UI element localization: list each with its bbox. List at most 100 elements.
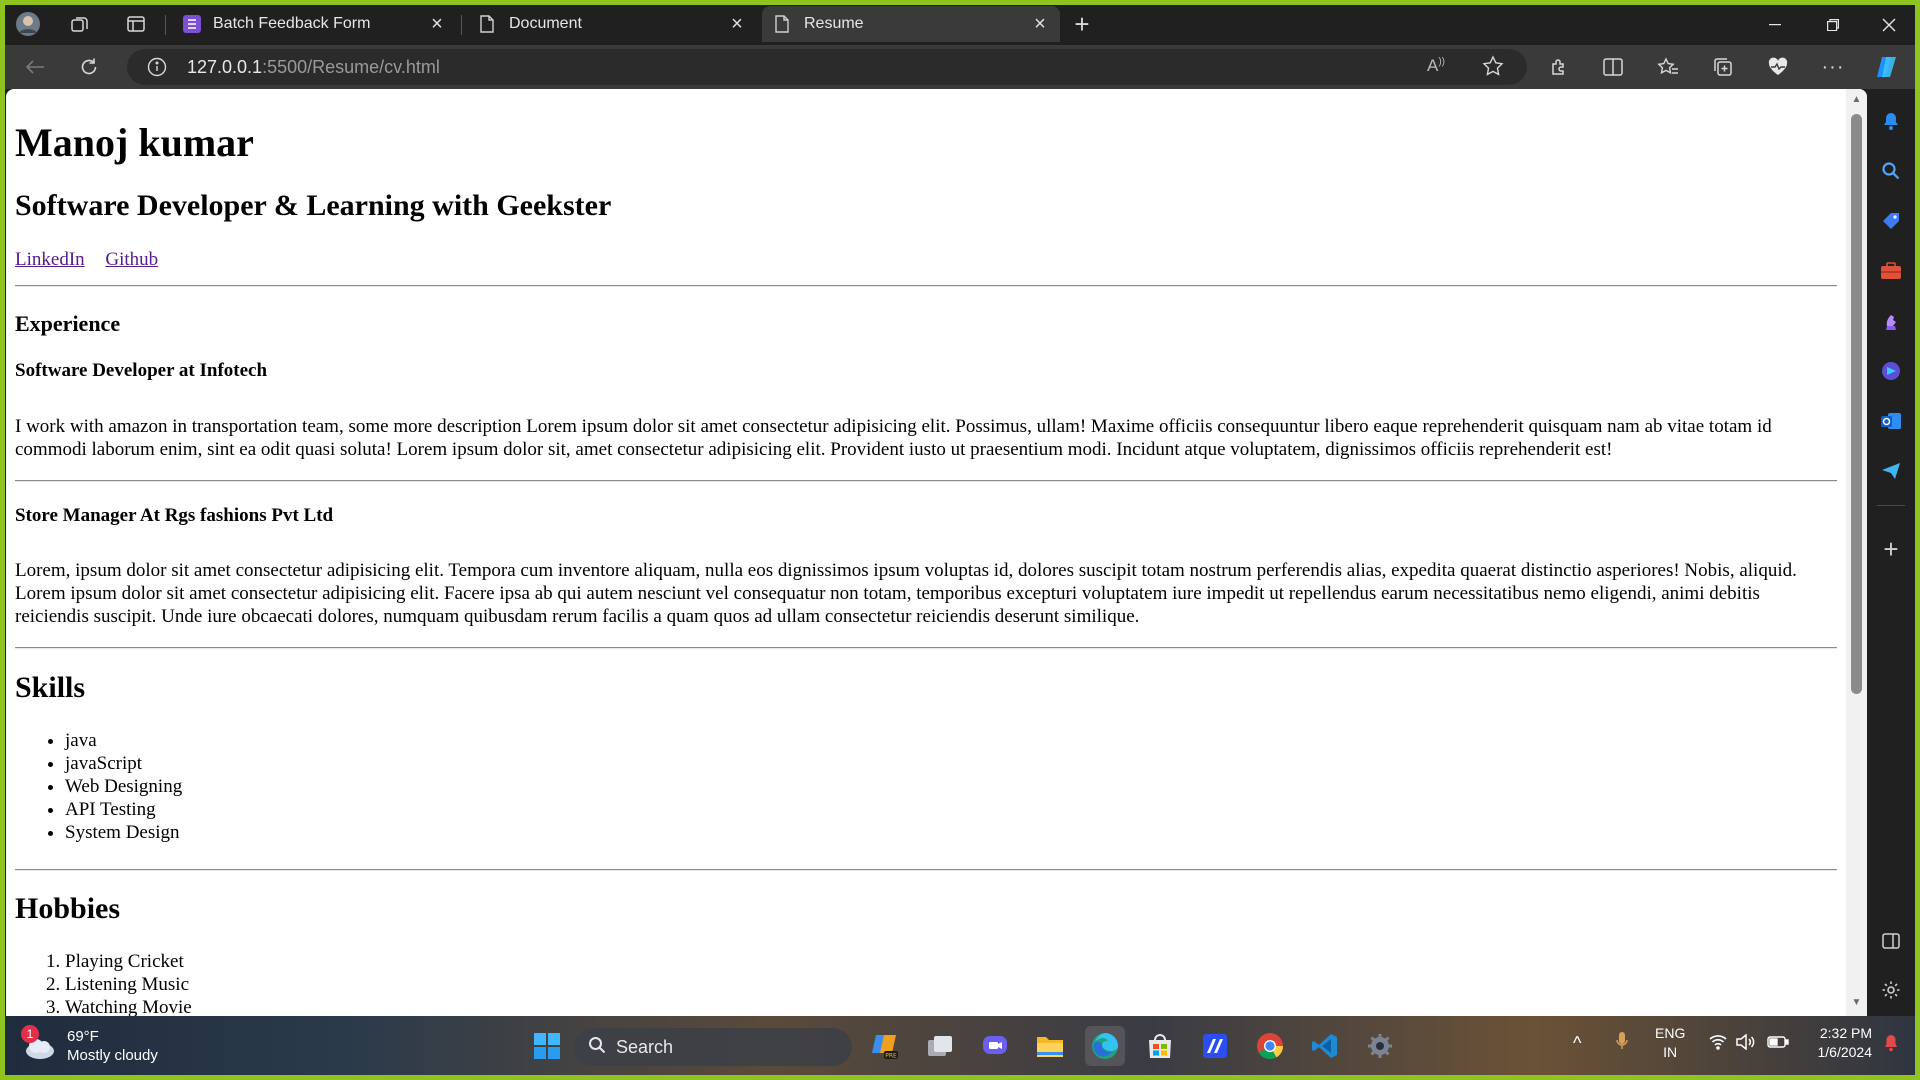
vscode-icon[interactable] [1305, 1026, 1345, 1066]
close-tab-icon[interactable]: × [425, 12, 449, 36]
vertical-tabs-icon[interactable] [121, 9, 151, 39]
cloud-weather-icon: 1 [21, 1025, 57, 1063]
outlook-icon[interactable] [1875, 405, 1907, 437]
search-icon [588, 1036, 606, 1059]
wifi-icon[interactable] [1709, 1034, 1727, 1055]
clock[interactable]: 2:32 PM 1/6/2024 [1802, 1024, 1873, 1062]
read-aloud-icon[interactable]: A)) [1427, 56, 1445, 76]
resume-tagline: Software Developer & Learning with Geeks… [15, 189, 612, 222]
temperature: 69°F [67, 1028, 99, 1045]
favorite-star-icon[interactable] [1482, 55, 1504, 82]
send-icon[interactable] [1875, 455, 1907, 487]
job-title: Store Manager At Rgs fashions Pvt Ltd [15, 505, 334, 526]
address-bar[interactable]: 127.0.0.1:5500/Resume/cv.html A)) [127, 49, 1527, 85]
new-tab-icon[interactable]: + [1067, 9, 1097, 39]
scroll-up-icon[interactable]: ▲ [1851, 94, 1862, 106]
edge-browser-icon[interactable] [1085, 1026, 1125, 1066]
close-tab-icon[interactable]: × [725, 12, 749, 36]
job-description: Lorem, ipsum dolor sit amet consectetur … [15, 560, 1797, 627]
windows-taskbar: 1 69°F Mostly cloudy Search PRE ^ ENG IN… [5, 1016, 1915, 1075]
page-favicon-icon [774, 15, 792, 33]
clock-date: 1/6/2024 [1817, 1044, 1873, 1060]
collections-icon[interactable] [1707, 51, 1739, 83]
split-screen-icon[interactable] [1597, 51, 1629, 83]
tab-document[interactable]: Document × [467, 6, 757, 42]
copilot-preview-icon[interactable]: PRE [865, 1026, 905, 1066]
file-explorer-icon[interactable] [1030, 1026, 1070, 1066]
start-windows-icon[interactable] [527, 1026, 567, 1066]
list-item: javaScript [65, 752, 182, 775]
profile-links: LinkedIn Github [15, 249, 174, 271]
notifications-bell-icon[interactable] [1883, 1034, 1899, 1057]
edge-sidebar: + [1867, 89, 1915, 1016]
webpage-viewport: Manoj kumar Software Developer & Learnin… [6, 89, 1867, 1016]
divider [15, 285, 1837, 287]
list-item: System Design [65, 821, 182, 844]
restore-icon[interactable] [1805, 5, 1861, 45]
battery-icon[interactable] [1767, 1035, 1789, 1054]
tools-briefcase-icon[interactable] [1875, 255, 1907, 287]
language-indicator[interactable]: ENG IN [1655, 1024, 1685, 1062]
weather-text: 69°F Mostly cloudy [67, 1027, 158, 1065]
refresh-icon[interactable] [73, 51, 105, 83]
tab-title: Document [509, 15, 582, 32]
games-chess-icon[interactable] [1875, 305, 1907, 337]
linkedin-link[interactable]: LinkedIn [15, 249, 85, 270]
hide-sidebar-icon[interactable] [1875, 925, 1907, 957]
url-text: 127.0.0.1:5500/Resume/cv.html [187, 56, 440, 77]
skills-heading: Skills [15, 671, 86, 704]
job-description: I work with amazon in transportation tea… [15, 416, 1772, 460]
teams-chat-icon[interactable] [975, 1026, 1015, 1066]
resume-name: Manoj kumar [15, 120, 254, 165]
settings-gear-icon[interactable] [1360, 1026, 1400, 1066]
divider [15, 480, 1837, 482]
tab-batch-feedback-form[interactable]: Batch Feedback Form × [171, 6, 457, 42]
sidebar-settings-gear-icon[interactable] [1875, 974, 1907, 1006]
minimize-icon[interactable] [1747, 5, 1803, 45]
close-tab-icon[interactable]: × [1028, 12, 1052, 36]
favorites-icon[interactable] [1652, 51, 1684, 83]
experience-heading: Experience [15, 311, 121, 336]
extensions-icon[interactable] [1543, 51, 1575, 83]
workspaces-icon[interactable] [65, 9, 95, 39]
show-hidden-icons-icon[interactable]: ^ [1573, 1034, 1581, 1053]
vertical-scrollbar[interactable]: ▲ ▼ [1846, 89, 1867, 1016]
chrome-icon[interactable] [1250, 1026, 1290, 1066]
list-item: java [65, 729, 182, 752]
divider [15, 869, 1837, 871]
taskbar-search-box[interactable]: Search [574, 1028, 852, 1066]
task-view-icon[interactable] [920, 1026, 960, 1066]
weather-condition: Mostly cloudy [67, 1047, 158, 1064]
add-sidebar-app-icon[interactable]: + [1875, 533, 1907, 565]
site-info-icon[interactable] [147, 57, 167, 82]
weather-widget[interactable]: 1 69°F Mostly cloudy [21, 1022, 158, 1070]
search-icon[interactable] [1875, 155, 1907, 187]
copilot-icon[interactable] [1871, 51, 1903, 83]
tab-title: Resume [804, 15, 864, 32]
svg-text:PRE: PRE [885, 1053, 897, 1060]
sidebar-divider [1877, 505, 1905, 506]
back-arrow-icon[interactable] [19, 51, 51, 83]
page-favicon-icon [479, 15, 497, 33]
forms-favicon-icon [183, 15, 201, 33]
mobaxterm-icon[interactable] [1195, 1026, 1235, 1066]
scroll-down-icon[interactable]: ▼ [1851, 997, 1862, 1009]
microphone-icon[interactable] [1615, 1030, 1629, 1057]
profile-avatar-icon[interactable] [13, 9, 43, 39]
copilot-apps-icon[interactable] [1875, 355, 1907, 387]
list-item: Playing Cricket [65, 950, 192, 973]
notification-bell-icon[interactable] [1875, 105, 1907, 137]
clock-time: 2:32 PM [1819, 1025, 1872, 1041]
microsoft-store-icon[interactable] [1140, 1026, 1180, 1066]
browser-toolbar: 127.0.0.1:5500/Resume/cv.html A)) ··· [5, 45, 1915, 89]
tab-title: Batch Feedback Form [213, 15, 371, 32]
browser-essentials-icon[interactable] [1762, 51, 1794, 83]
more-options-icon[interactable]: ··· [1817, 51, 1849, 83]
github-link[interactable]: Github [105, 249, 158, 270]
hobbies-list: Playing Cricket Listening Music Watching… [15, 950, 192, 1016]
scrollbar-thumb[interactable] [1851, 114, 1862, 694]
tab-resume[interactable]: Resume × [762, 6, 1060, 42]
shopping-tag-icon[interactable] [1875, 205, 1907, 237]
close-window-icon[interactable] [1861, 5, 1915, 45]
volume-icon[interactable] [1735, 1033, 1755, 1055]
